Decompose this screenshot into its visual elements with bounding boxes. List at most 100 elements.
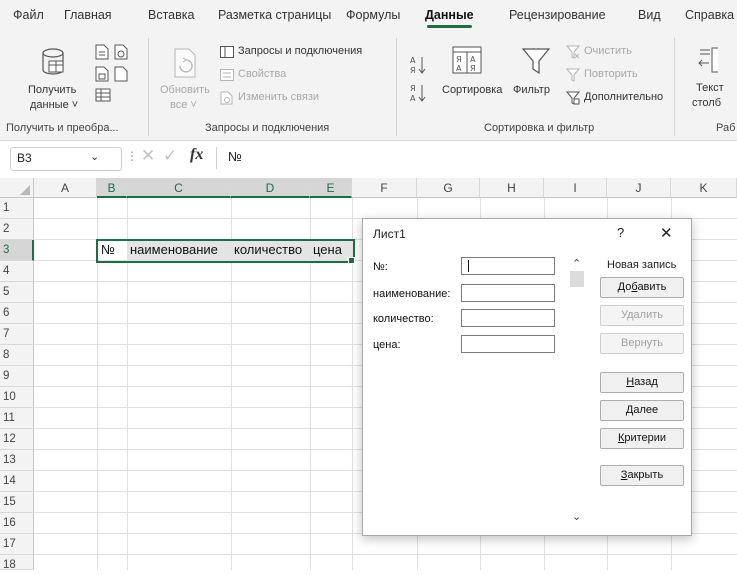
fill-handle[interactable] — [348, 257, 355, 264]
row-header[interactable]: 13 — [0, 450, 34, 471]
svg-text:Я: Я — [456, 55, 462, 64]
advanced-filter-button[interactable]: Дополнительно — [566, 90, 678, 108]
text-to-columns-button[interactable]: Текст столб — [678, 44, 737, 114]
row-header[interactable]: 16 — [0, 513, 34, 534]
tab-formulas[interactable]: Формулы — [346, 8, 400, 22]
from-table-icon[interactable] — [95, 66, 109, 82]
column-header[interactable]: B — [97, 178, 127, 198]
from-web-icon[interactable] — [114, 44, 128, 60]
column-header[interactable]: C — [127, 178, 231, 198]
scroll-up-icon[interactable]: ⌃ — [572, 257, 581, 270]
field-label-quantity: количество: — [373, 313, 434, 325]
formula-input[interactable]: № — [228, 149, 242, 164]
cell-D3[interactable]: количество — [234, 240, 302, 260]
filter-button[interactable]: Фильтр — [513, 46, 559, 106]
chevron-down-icon[interactable]: ⌄ — [90, 150, 99, 163]
column-header[interactable]: I — [544, 178, 607, 198]
field-input-name[interactable] — [461, 284, 555, 302]
column-header[interactable]: F — [352, 178, 417, 198]
record-scrollbar[interactable]: ⌃ ⌄ — [568, 255, 586, 523]
sort-button[interactable]: ЯААЯ Сортировка — [442, 46, 508, 106]
recent-sources-icon[interactable] — [114, 66, 128, 82]
cell-C3[interactable]: наименование — [130, 240, 218, 260]
row-header[interactable]: 9 — [0, 366, 34, 387]
from-text-icon[interactable] — [95, 44, 109, 60]
tab-data[interactable]: Данные — [425, 8, 474, 28]
row-header[interactable]: 6 — [0, 303, 34, 324]
help-icon[interactable]: ? — [617, 225, 624, 240]
column-header[interactable]: E — [310, 178, 352, 198]
row-header[interactable]: 5 — [0, 282, 34, 303]
filter-icon — [521, 48, 551, 75]
reapply-button[interactable]: Повторить — [566, 67, 666, 85]
cancel-icon[interactable]: ✕ — [141, 146, 155, 166]
sort-az-button[interactable]: АЯ — [410, 54, 428, 76]
sort-label: Сортировка — [442, 84, 503, 96]
row-header[interactable]: 3 — [0, 240, 34, 261]
next-button[interactable]: Далее — [600, 400, 684, 421]
divider — [216, 147, 217, 169]
field-input-number[interactable] — [461, 257, 555, 275]
row-header[interactable]: 15 — [0, 492, 34, 513]
close-button[interactable]: Закрыть — [600, 465, 684, 486]
row-header[interactable]: 18 — [0, 555, 34, 571]
reapply-icon — [566, 68, 580, 82]
row-header[interactable]: 17 — [0, 534, 34, 555]
row-header[interactable]: 11 — [0, 408, 34, 429]
scroll-down-icon[interactable]: ⌄ — [572, 510, 581, 523]
column-header[interactable]: J — [607, 178, 671, 198]
select-all-icon — [20, 185, 30, 195]
cell-E3[interactable]: цена — [313, 240, 342, 260]
get-data-button[interactable]: Получить данные ˅ — [20, 48, 80, 118]
row-header[interactable]: 4 — [0, 261, 34, 282]
row-header[interactable]: 14 — [0, 471, 34, 492]
field-input-price[interactable] — [461, 335, 555, 353]
sort-ascending-icon: АЯ — [410, 56, 426, 75]
advanced-label: Дополнительно — [584, 91, 664, 103]
restore-button[interactable]: Вернуть — [600, 333, 684, 354]
criteria-button[interactable]: Критерии — [600, 428, 684, 449]
cell-B3[interactable]: № — [101, 240, 115, 260]
tab-review[interactable]: Рецензирование — [509, 8, 606, 22]
enter-icon[interactable]: ✓ — [163, 146, 177, 166]
close-icon[interactable]: ✕ — [660, 224, 673, 242]
column-header[interactable]: G — [417, 178, 480, 198]
column-header[interactable]: K — [671, 178, 737, 198]
properties-button[interactable]: Свойства — [220, 67, 320, 85]
scroll-thumb[interactable] — [570, 271, 584, 287]
field-input-quantity[interactable] — [461, 309, 555, 327]
column-header[interactable]: A — [34, 178, 97, 198]
refresh-all-button[interactable]: Обновить все ˅ — [158, 48, 210, 118]
clear-filter-button[interactable]: Очистить — [566, 44, 666, 62]
column-header[interactable]: D — [231, 178, 310, 198]
svg-text:А: А — [470, 55, 476, 64]
menu-bar: Файл Главная Вставка Разметка страницы Ф… — [0, 0, 737, 30]
tab-page-layout[interactable]: Разметка страницы — [218, 8, 331, 22]
add-button[interactable]: Добавить — [600, 277, 684, 298]
row-header[interactable]: 10 — [0, 387, 34, 408]
text-cursor — [468, 260, 469, 272]
select-all-corner[interactable] — [0, 178, 34, 198]
column-header[interactable]: H — [480, 178, 544, 198]
tab-home[interactable]: Главная — [64, 8, 112, 22]
queries-connections-button[interactable]: Запросы и подключения — [220, 44, 390, 62]
row-header[interactable]: 7 — [0, 324, 34, 345]
sort-za-button[interactable]: ЯА — [410, 82, 428, 104]
field-label-number: №: — [373, 261, 388, 273]
tab-file[interactable]: Файл — [13, 8, 44, 22]
row-header[interactable]: 2 — [0, 219, 34, 240]
delete-button[interactable]: Удалить — [600, 305, 684, 326]
data-form-dialog: Лист1 ? ✕ №: наименование: количество: ц… — [362, 218, 692, 536]
row-header[interactable]: 12 — [0, 429, 34, 450]
prev-button[interactable]: Назад — [600, 372, 684, 393]
edit-links-button[interactable]: Изменить связи — [220, 90, 350, 108]
add-button-label: До — [617, 281, 632, 293]
name-box[interactable]: B3 ⌄ — [10, 147, 122, 171]
row-header[interactable]: 1 — [0, 198, 34, 219]
tab-view[interactable]: Вид — [638, 8, 661, 22]
row-header[interactable]: 8 — [0, 345, 34, 366]
function-icon[interactable]: fx — [190, 146, 203, 164]
tab-insert[interactable]: Вставка — [148, 8, 194, 22]
tab-help[interactable]: Справка — [685, 8, 734, 22]
existing-connections-icon[interactable] — [95, 88, 111, 102]
